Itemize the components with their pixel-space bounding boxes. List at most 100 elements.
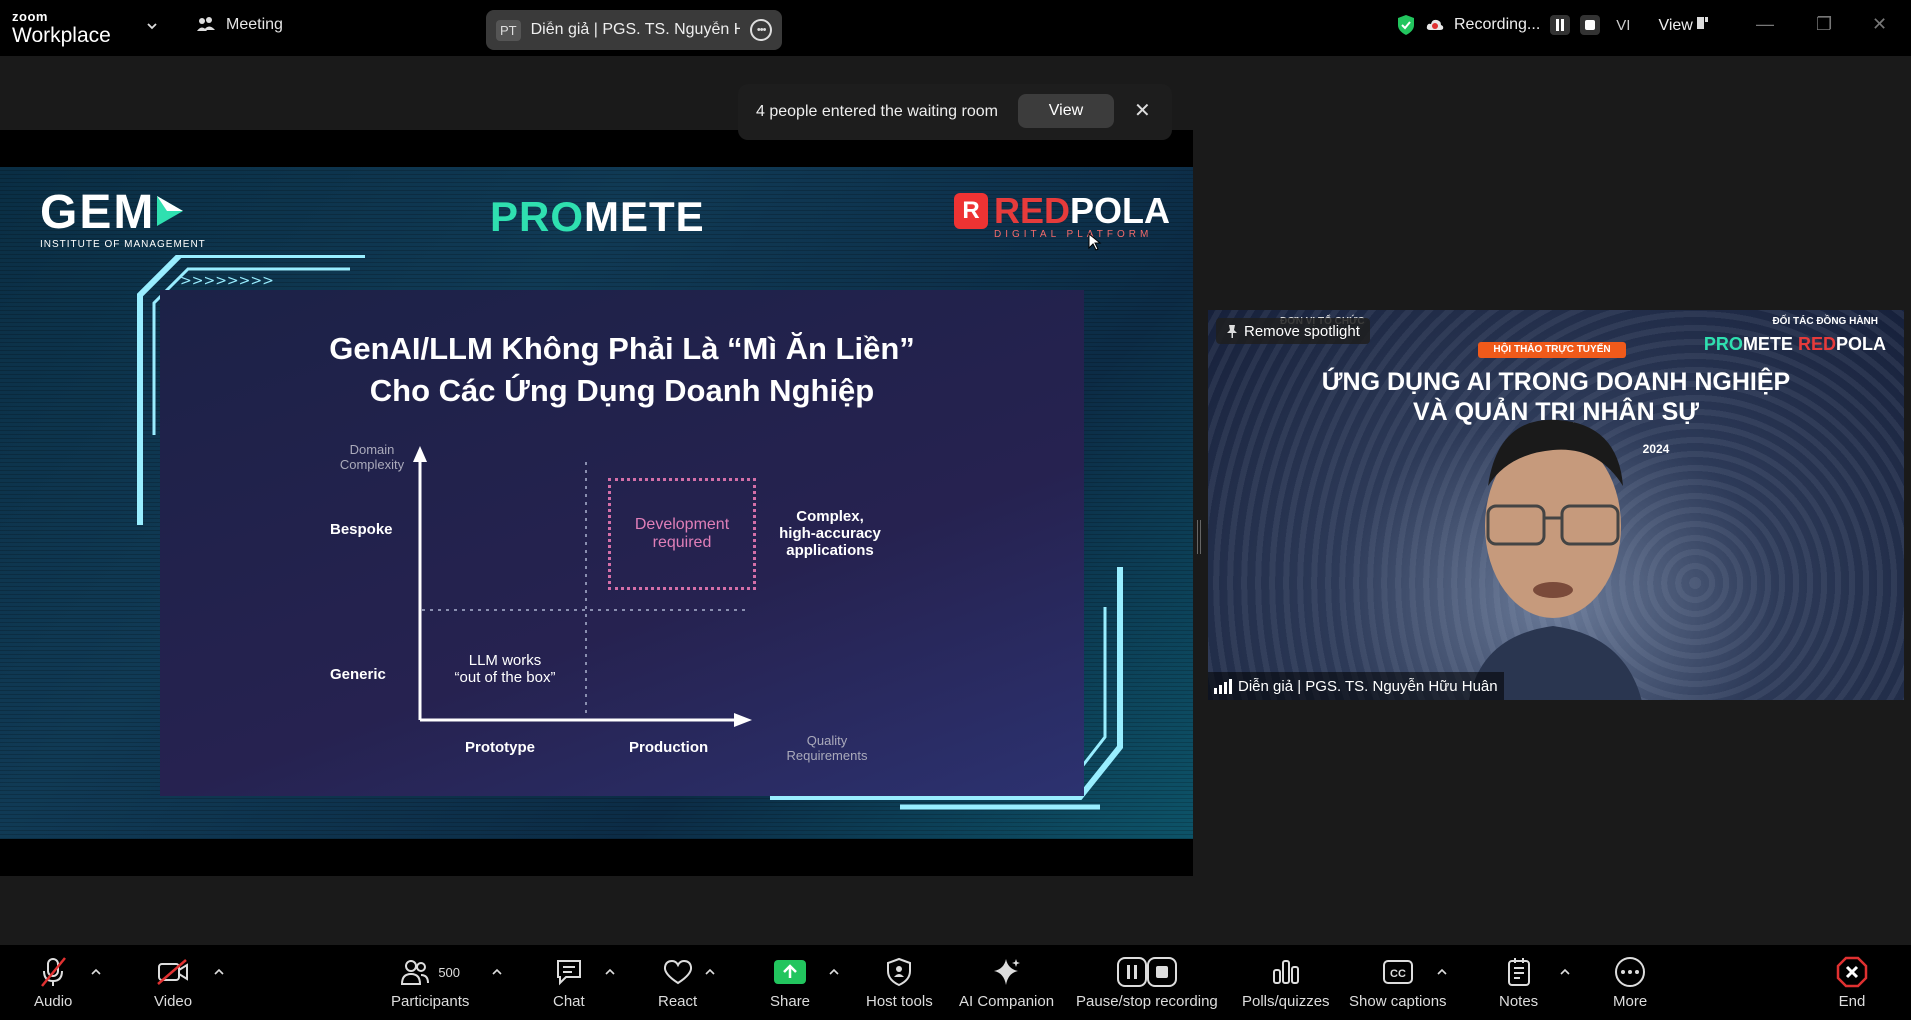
- closed-captions-icon: CC: [1382, 960, 1413, 984]
- show-captions-button[interactable]: CC Show captions: [1349, 955, 1447, 1010]
- more-label: More: [1613, 993, 1648, 1010]
- logo-small-text: zoom: [12, 9, 48, 24]
- llm-line1: LLM works: [468, 652, 542, 669]
- redpola-icon: R: [954, 193, 988, 229]
- end-meeting-button[interactable]: End: [1836, 955, 1868, 1010]
- x-axis-label-line1: Quality: [806, 733, 848, 748]
- chevron-down-icon[interactable]: [146, 20, 158, 32]
- notes-label: Notes: [1499, 993, 1539, 1010]
- video-tile-speaker[interactable]: ĐƠN VỊ TỔ CHỨC ĐỐI TÁC ĐỒNG HÀNH PROMETE…: [1208, 310, 1904, 700]
- participants-label: Participants: [391, 993, 470, 1010]
- signal-strength-icon: [1214, 678, 1232, 694]
- share-options-chevron-up-icon[interactable]: [829, 967, 839, 977]
- ai-companion-button[interactable]: AI Companion: [959, 955, 1054, 1010]
- redpola-red-text: RED: [994, 190, 1071, 231]
- y-axis-label-line2: Complexity: [339, 457, 405, 472]
- share-screen-icon: [774, 960, 807, 984]
- participants-button[interactable]: 500 Participants: [391, 955, 469, 1010]
- end-label: End: [1838, 993, 1866, 1010]
- chat-button[interactable]: Chat: [553, 955, 585, 1010]
- stop-icon: [1585, 20, 1596, 30]
- view-grid-icon: [1697, 16, 1709, 29]
- title-bar: zoom Workplace Meeting PT Diễn giả | PGS…: [0, 0, 1911, 56]
- svg-text:>>>>>>>>: >>>>>>>>: [180, 273, 274, 289]
- promete-logo-pro: PRO: [490, 193, 585, 240]
- share-button[interactable]: Share: [770, 955, 810, 1010]
- speaker-name: Diễn giả | PGS. TS. Nguyễn Hữu Huân: [530, 21, 741, 38]
- host-shield-icon: [887, 957, 912, 987]
- ai-sparkle-icon: [993, 959, 1020, 985]
- x-axis-label-line2: Requirements: [786, 748, 868, 763]
- bg-redpola-pola: POLA: [1835, 334, 1886, 354]
- panel-resize-handle[interactable]: [1197, 520, 1201, 554]
- participants-options-chevron-up-icon[interactable]: [492, 967, 502, 977]
- restore-window-icon[interactable]: ❐: [1816, 14, 1832, 35]
- microphone-muted-icon: [41, 957, 67, 987]
- more-ellipsis-icon: [1615, 957, 1646, 987]
- llm-line2: “out of the box”: [454, 669, 556, 686]
- bg-redpola-red: RED: [1797, 334, 1836, 354]
- meeting-menu[interactable]: Meeting: [196, 16, 283, 34]
- speaker-initials: PT: [496, 19, 521, 41]
- participant-name: Diễn giả | PGS. TS. Nguyễn Hữu Huân: [1238, 677, 1498, 695]
- minimize-window-icon[interactable]: —: [1756, 14, 1774, 35]
- notes-options-chevron-up-icon[interactable]: [1560, 967, 1570, 977]
- react-button[interactable]: React: [658, 955, 697, 1010]
- video-label: Video: [154, 993, 193, 1010]
- recording-status: Recording...: [1454, 16, 1541, 33]
- remove-spotlight-button[interactable]: Remove spotlight: [1216, 318, 1370, 344]
- participants-icon: [401, 960, 430, 985]
- view-label: View: [1658, 16, 1693, 34]
- speaker-video-feed: [1469, 419, 1642, 700]
- bg-webinar-badge: HỘI THẢO TRỰC TUYẾN: [1478, 342, 1626, 358]
- bg-headline-line1: ỨNG DỤNG AI TRONG DOANH NGHIỆP: [1321, 368, 1791, 396]
- video-options-chevron-up-icon[interactable]: [214, 967, 224, 977]
- pause-recording-button[interactable]: [1550, 15, 1571, 35]
- remove-spotlight-label: Remove spotlight: [1244, 322, 1360, 340]
- promete-logo-mete: METE: [584, 193, 705, 240]
- more-options-icon[interactable]: •••: [750, 19, 772, 41]
- pause-stop-recording-button[interactable]: Pause/stop recording: [1076, 955, 1218, 1010]
- audio-button[interactable]: Audio: [34, 955, 72, 1010]
- production-label: Production: [629, 739, 709, 756]
- active-speaker-pill[interactable]: PT Diễn giả | PGS. TS. Nguyễn Hữu Huân •…: [486, 10, 782, 50]
- close-window-icon[interactable]: ✕: [1872, 14, 1887, 35]
- mouse-cursor-icon: [1088, 233, 1102, 251]
- pause-icon: [1556, 19, 1565, 31]
- language-button[interactable]: VI: [1616, 17, 1630, 34]
- complex-line1: Complex,: [796, 508, 864, 525]
- generic-label: Generic: [330, 666, 386, 683]
- llm-works-label: LLM works “out of the box”: [440, 652, 570, 686]
- gem-logo-text: GEM: [40, 186, 156, 239]
- dev-line2: required: [652, 534, 712, 551]
- waiting-room-notification: 4 people entered the waiting room View ✕: [738, 84, 1172, 140]
- host-tools-button[interactable]: Host tools: [866, 955, 933, 1010]
- chat-options-chevron-up-icon[interactable]: [605, 967, 615, 977]
- notes-button[interactable]: Notes: [1499, 955, 1538, 1010]
- chat-icon: [556, 960, 581, 986]
- slide-content-panel: GenAI/LLM Không Phải Là “Mì Ăn Liền” Cho…: [160, 290, 1084, 796]
- react-options-chevron-up-icon[interactable]: [705, 967, 715, 977]
- close-notification-icon[interactable]: ✕: [1134, 98, 1151, 123]
- more-button[interactable]: More: [1613, 955, 1647, 1010]
- shared-slide: >>>>>>>> GEM INSTITUTE OF MANAGEMENT PRO…: [0, 167, 1193, 839]
- x-axis-label: Quality Requirements: [782, 733, 872, 763]
- participants-count: 500: [438, 964, 461, 980]
- x-axis-arrow: [734, 713, 752, 727]
- bg-promete-pro: PRO: [1703, 334, 1743, 354]
- polls-bar-chart-icon: [1272, 960, 1299, 984]
- react-label: React: [658, 993, 698, 1010]
- video-button[interactable]: Video: [154, 955, 192, 1010]
- recording-area: Recording... VI View: [1396, 14, 1709, 36]
- view-menu[interactable]: View: [1658, 16, 1709, 35]
- complex-line2: high-accuracy: [779, 525, 881, 542]
- shield-check-icon[interactable]: [1396, 14, 1416, 36]
- audio-options-chevron-up-icon[interactable]: [91, 967, 101, 977]
- waiting-room-view-button[interactable]: View: [1018, 94, 1114, 128]
- gem-logo-subtitle: INSTITUTE OF MANAGEMENT: [40, 239, 206, 250]
- captions-options-chevron-up-icon[interactable]: [1437, 967, 1447, 977]
- cloud-record-icon: [1426, 19, 1444, 30]
- polls-quizzes-button[interactable]: Polls/quizzes: [1242, 955, 1330, 1010]
- stop-recording-button[interactable]: [1580, 15, 1601, 35]
- development-required-box: Development required: [608, 478, 756, 590]
